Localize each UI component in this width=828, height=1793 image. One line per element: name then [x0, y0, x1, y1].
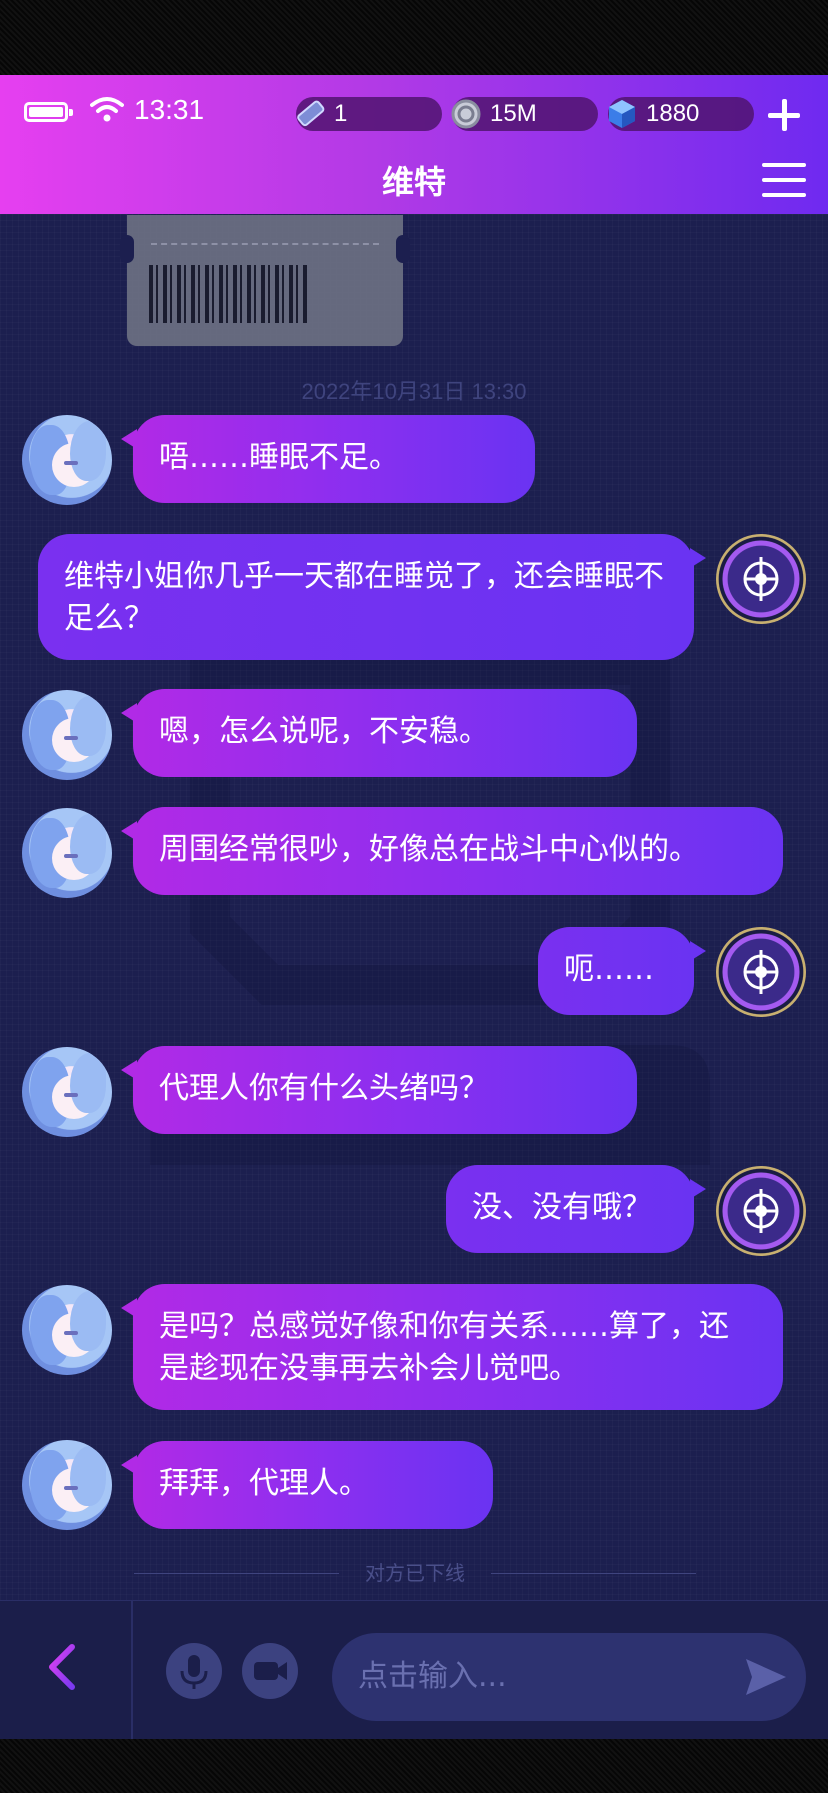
- gem-count: 1880: [646, 100, 700, 127]
- npc-avatar[interactable]: [22, 808, 112, 898]
- status-bar: 13:31 1 15M 1880: [0, 85, 828, 131]
- message-bubble-outgoing: 维特小姐你几乎一天都在睡觉了，还会睡眠不足么？: [38, 534, 706, 660]
- coin-icon: [448, 96, 484, 132]
- coin-count: 15M: [490, 100, 537, 127]
- message-bubble-incoming: 拜拜，代理人。: [121, 1441, 493, 1529]
- message-bubble-incoming: 是吗？总感觉好像和你有关系……算了，还是趁现在没事再去补会儿觉吧。: [121, 1284, 783, 1410]
- npc-avatar[interactable]: [22, 1285, 112, 1375]
- resource-gems[interactable]: 1880: [608, 97, 754, 131]
- status-time: 13:31: [134, 94, 205, 125]
- offline-notice: 对方已下线: [134, 1560, 696, 1586]
- microphone-icon: [180, 1655, 208, 1689]
- cube-gem-icon: [604, 96, 640, 132]
- bottom-black-bar: [0, 1739, 828, 1793]
- header: 13:31 1 15M 1880 维特: [0, 75, 828, 214]
- message-bubble-incoming: 嗯，怎么说呢，不安稳。: [121, 689, 637, 777]
- npc-avatar[interactable]: [22, 690, 112, 780]
- barcode-image: [149, 265, 309, 323]
- voice-input-button[interactable]: [166, 1643, 222, 1699]
- menu-button[interactable]: [762, 161, 806, 199]
- video-call-button[interactable]: [242, 1643, 298, 1699]
- resource-coins[interactable]: 15M: [451, 97, 598, 131]
- message-bubble-outgoing: 没、没有哦？: [446, 1165, 706, 1253]
- video-camera-icon: [254, 1662, 287, 1680]
- back-arrow-icon[interactable]: [36, 1639, 92, 1695]
- send-icon[interactable]: [744, 1657, 788, 1697]
- agent-emblem-icon: [743, 1189, 779, 1233]
- npc-avatar[interactable]: [22, 1047, 112, 1137]
- battery-icon: [24, 102, 73, 122]
- input-bar: [0, 1600, 828, 1739]
- ticket-count: 1: [334, 100, 348, 127]
- player-avatar[interactable]: [716, 927, 806, 1017]
- message-bubble-incoming: 代理人你有什么头绪吗？: [121, 1046, 637, 1134]
- add-currency-button[interactable]: [762, 93, 806, 137]
- page-title: 维特: [381, 163, 446, 201]
- chat-timestamp: 2022年10月31日 13:30: [301, 379, 527, 404]
- input-divider: [131, 1601, 133, 1739]
- player-avatar[interactable]: [716, 1166, 806, 1256]
- npc-avatar[interactable]: [22, 1440, 112, 1530]
- wifi-icon: [90, 97, 124, 122]
- chat-screen: 13:31 1 15M 1880 维特 2022年10月31日 13:30 唔……: [0, 75, 828, 1739]
- message-bubble-incoming: 唔……睡眠不足。: [121, 415, 535, 503]
- message-bubble-outgoing: 呃……: [538, 927, 706, 1015]
- agent-emblem-icon: [743, 950, 779, 994]
- message-bubble-incoming: 周围经常很吵，好像总在战斗中心似的。: [121, 807, 783, 895]
- resource-tickets[interactable]: 1: [296, 97, 442, 131]
- top-black-bar: [0, 0, 828, 75]
- shared-ticket-card[interactable]: [120, 215, 410, 346]
- player-avatar[interactable]: [716, 534, 806, 624]
- message-input[interactable]: [332, 1633, 806, 1721]
- agent-emblem-icon: [743, 557, 779, 601]
- ticket-icon: [292, 96, 328, 132]
- npc-avatar[interactable]: [22, 415, 112, 505]
